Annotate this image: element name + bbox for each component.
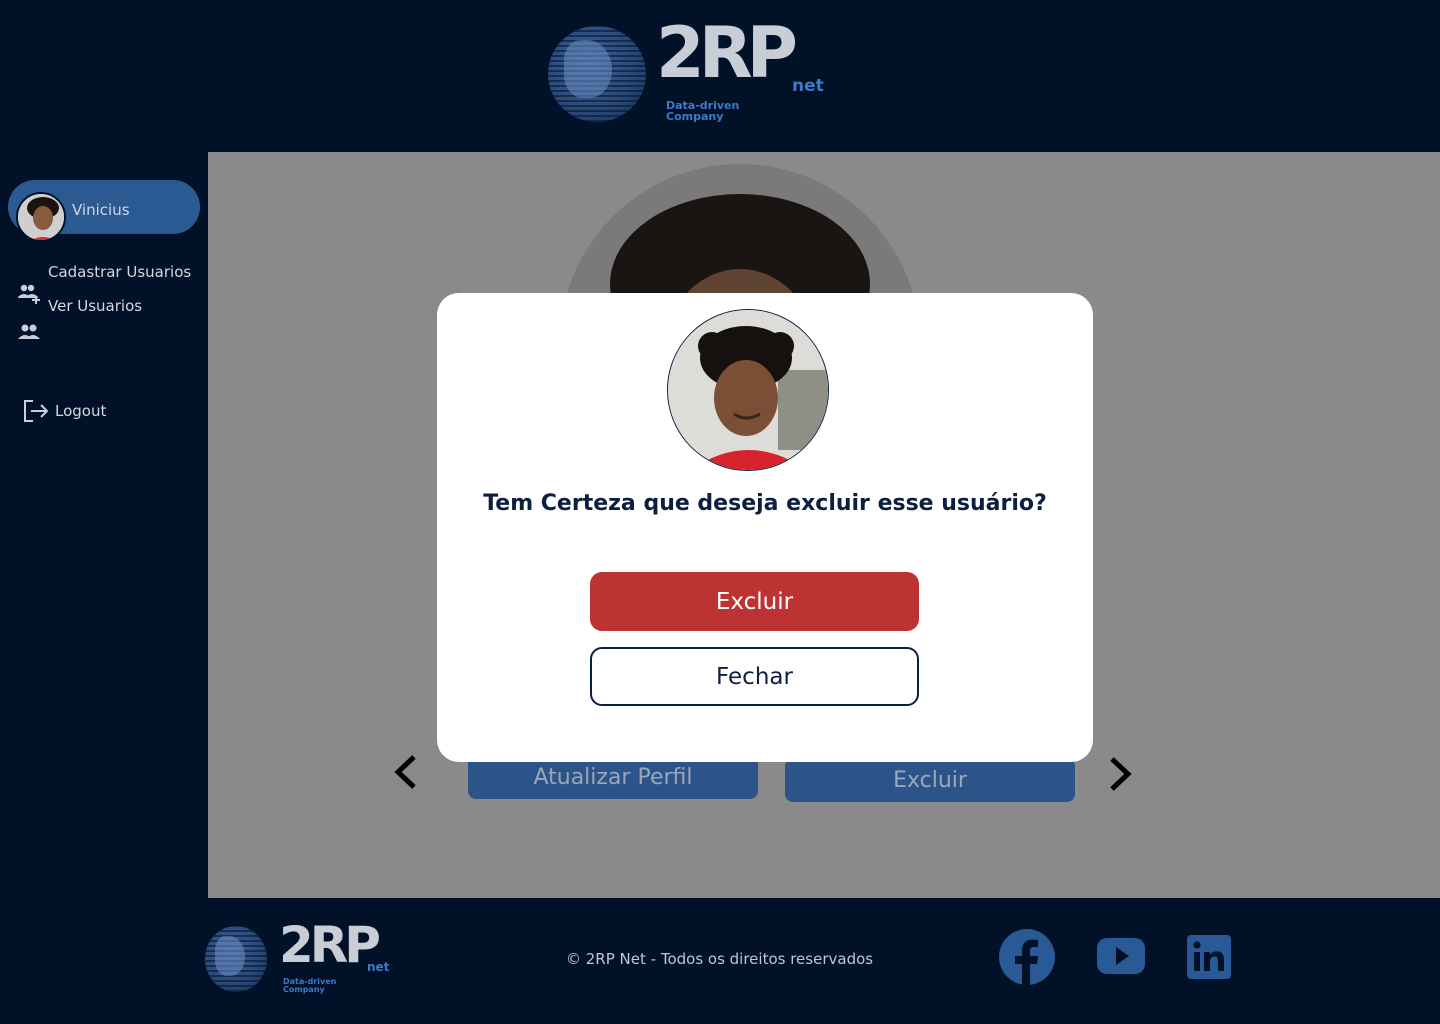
close-modal-button[interactable]: Fechar [590,647,919,706]
copyright-text: © 2RP Net - Todos os direitos reservados [566,950,874,968]
group-icon[interactable] [17,323,41,341]
footer-logo-suffix: net [367,960,390,974]
modal-user-avatar [667,309,829,471]
linkedin-icon[interactable] [1187,935,1231,979]
add-group-icon[interactable] [17,283,43,305]
sidebar-user-profile[interactable]: Vinicius [8,180,200,242]
chevron-left-icon[interactable] [390,754,420,790]
youtube-icon[interactable] [1096,936,1146,976]
confirm-delete-button[interactable]: Excluir [590,572,919,631]
sidebar-user-name: Vinicius [72,201,130,219]
avatar [16,192,66,242]
chevron-right-icon[interactable] [1106,756,1136,792]
logo-tagline: Data-driven Company [666,99,740,123]
footer-logo-wordmark: 2RP [279,916,381,974]
logo-suffix: net [792,76,824,96]
sidebar-item-cadastrar-usuarios[interactable]: Cadastrar Usuarios [48,263,191,281]
footer-logo[interactable]: 2RP net Data-driven Company [205,920,405,998]
header-logo[interactable]: 2RP net Data-driven Company [548,18,838,128]
globe-icon [205,926,267,992]
modal-question: Tem Certeza que deseja excluir esse usuá… [483,491,1047,516]
logout-icon [24,400,49,422]
delete-profile-button[interactable]: Excluir [785,758,1075,802]
logo-wordmark: 2RP [656,12,798,94]
facebook-icon[interactable] [998,928,1056,986]
sidebar-item-ver-usuarios[interactable]: Ver Usuarios [48,297,142,315]
globe-icon [548,26,646,122]
delete-user-modal: Tem Certeza que deseja excluir esse usuá… [437,293,1093,762]
logout-label: Logout [55,402,107,420]
footer-logo-tagline: Data-driven Company [283,977,337,994]
logout-button[interactable]: Logout [22,397,122,425]
